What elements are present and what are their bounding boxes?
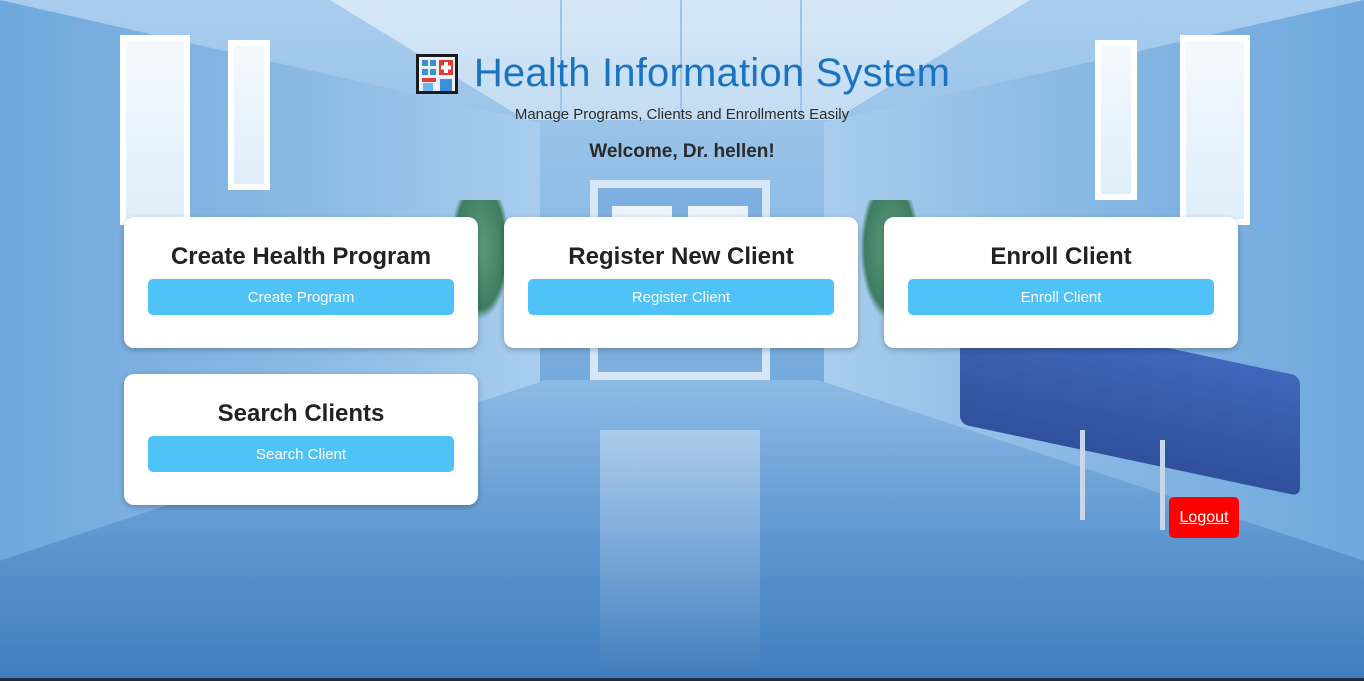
register-client-button[interactable]: Register Client [528, 279, 834, 315]
bg-bench-leg [1160, 440, 1165, 530]
enroll-client-button[interactable]: Enroll Client [908, 279, 1214, 315]
card-search-clients: Search Clients Search Client [124, 374, 478, 505]
logout-button[interactable]: Logout [1169, 497, 1239, 538]
page-title: Health Information System [473, 50, 951, 95]
hospital-icon [415, 54, 458, 94]
card-title: Register New Client [568, 243, 794, 270]
create-program-button[interactable]: Create Program [148, 279, 454, 315]
card-title: Enroll Client [990, 243, 1132, 270]
page-subtitle: Manage Programs, Clients and Enrollments… [514, 106, 850, 123]
card-create-health-program: Create Health Program Create Program [124, 217, 478, 348]
welcome-message: Welcome, Dr. hellen! [589, 141, 775, 162]
bg-floor-reflection [600, 430, 760, 680]
card-title: Search Clients [217, 400, 385, 427]
card-enroll-client: Enroll Client Enroll Client [884, 217, 1238, 348]
bg-bench-leg [1080, 430, 1085, 520]
page-header: Health Information System Manage Program… [0, 50, 1364, 163]
title-row: Health Information System [0, 50, 1364, 96]
card-title: Create Health Program [170, 243, 432, 270]
card-register-new-client: Register New Client Register Client [504, 217, 858, 348]
dashboard-page: Health Information System Manage Program… [0, 0, 1364, 681]
search-client-button[interactable]: Search Client [148, 436, 454, 472]
